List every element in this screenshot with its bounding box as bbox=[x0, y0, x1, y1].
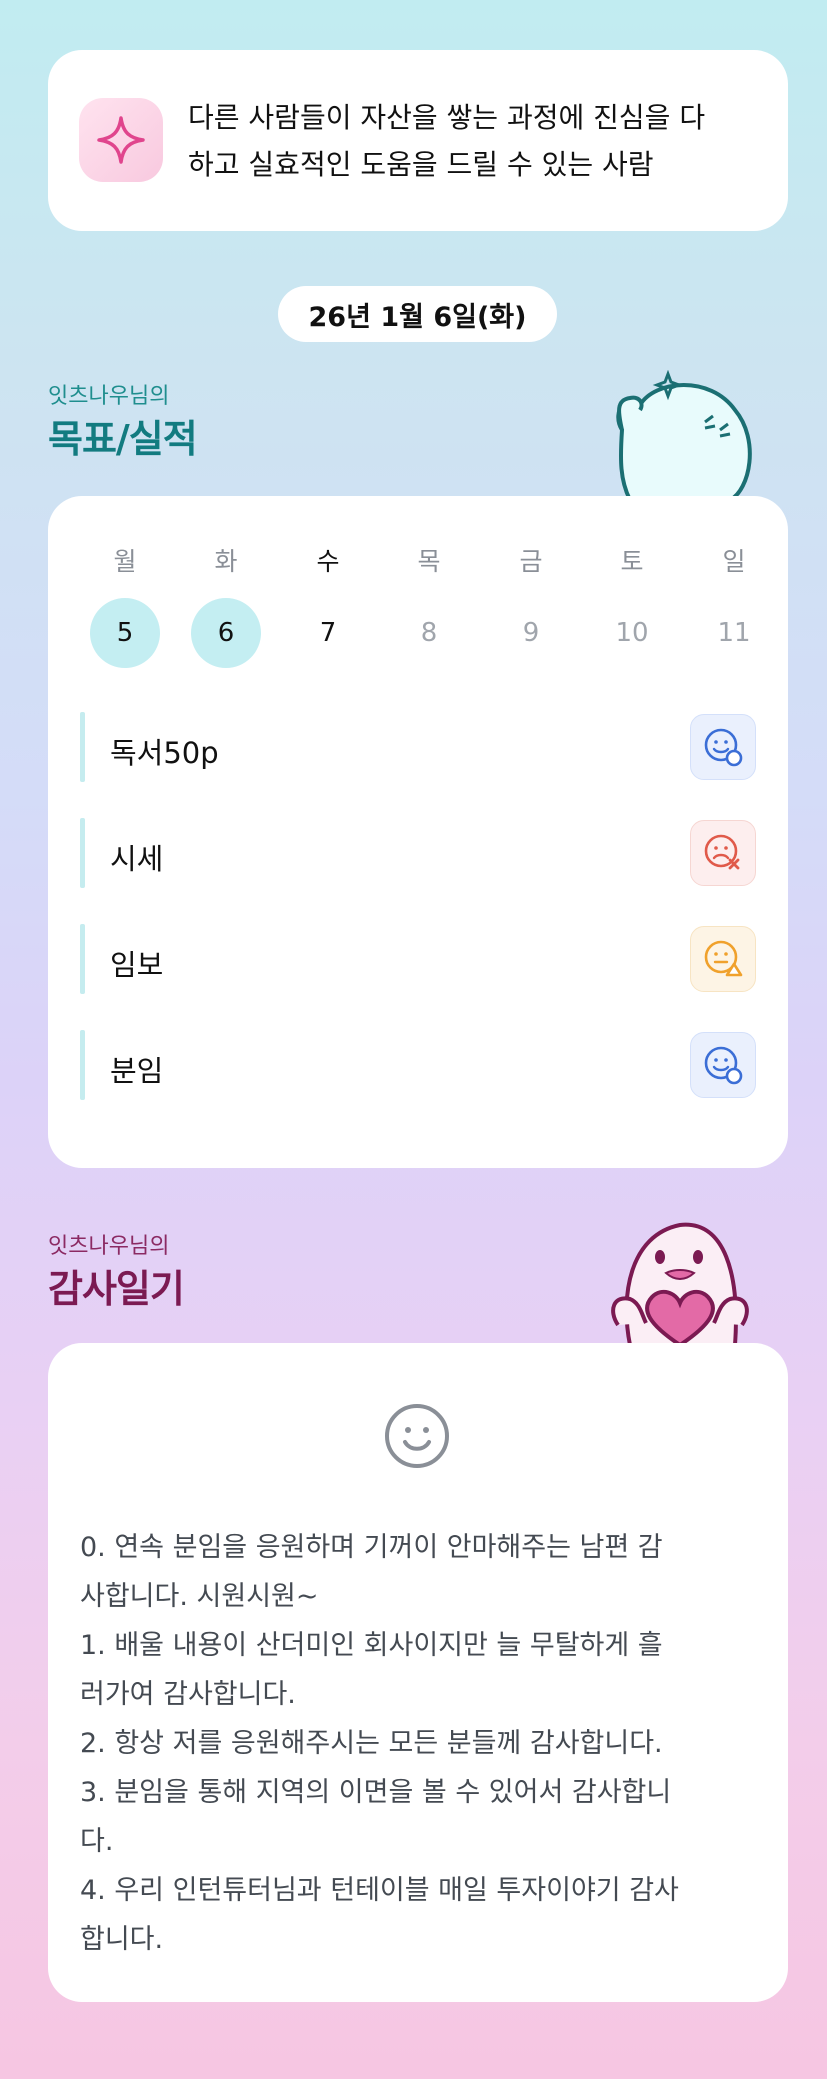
thanks-line: 0. 연속 분임을 응원하며 기꺼이 안마해주는 남편 감 bbox=[80, 1532, 663, 1563]
day-8[interactable]: 8 bbox=[394, 598, 464, 668]
weekday-label: 수 bbox=[316, 547, 340, 576]
thanks-entry-text: 0. 연속 분임을 응원하며 기꺼이 안마해주는 남편 감 사합니다. 시원시원… bbox=[80, 1523, 770, 1964]
motto-card: 다른 사람들이 자산을 쌓는 과정에 진심을 다 하고 실효적인 도움을 드릴 … bbox=[48, 50, 788, 231]
motto-line: 하고 실효적인 도움을 드릴 수 있는 사람 bbox=[188, 148, 654, 181]
thanks-line: 다. bbox=[80, 1826, 114, 1857]
character-illustration bbox=[616, 370, 752, 500]
thanks-line: 2. 항상 저를 응원해주시는 모든 분들께 감사합니다. bbox=[80, 1728, 663, 1759]
sparkle-icon bbox=[79, 98, 163, 182]
weekday-label: 월 bbox=[113, 547, 137, 576]
task-label: 시세 bbox=[110, 842, 164, 876]
character-heart-illustration bbox=[611, 1222, 749, 1345]
smile-check-icon[interactable] bbox=[690, 714, 756, 780]
task-bar bbox=[80, 818, 85, 888]
task-item[interactable]: 분임 bbox=[80, 1030, 756, 1100]
thanks-line: 러가여 감사합니다. bbox=[80, 1679, 296, 1710]
task-bar bbox=[80, 924, 85, 994]
thanks-owner-label: 잇츠나우님의 bbox=[48, 1234, 170, 1259]
weekday-label: 일 bbox=[722, 547, 746, 576]
task-item[interactable]: 시세 bbox=[80, 818, 756, 888]
smile-check-icon[interactable] bbox=[690, 1032, 756, 1098]
smile-icon bbox=[385, 1404, 449, 1468]
goals-section-title: 목표/실적 bbox=[48, 417, 198, 461]
meh-warning-icon[interactable] bbox=[690, 926, 756, 992]
thanks-line: 3. 분임을 통해 지역의 이면을 볼 수 있어서 감사합니 bbox=[80, 1777, 672, 1808]
thanks-section-title: 감사일기 bbox=[48, 1267, 185, 1311]
thanks-line: 4. 우리 인턴튜터님과 턴테이블 매일 투자이야기 감사 bbox=[80, 1875, 679, 1906]
task-label: 독서50p bbox=[110, 736, 219, 770]
thanks-line: 사합니다. 시원시원~ bbox=[80, 1581, 319, 1612]
task-label: 분임 bbox=[110, 1054, 164, 1088]
weekday-label: 화 bbox=[214, 547, 238, 576]
day-5[interactable]: 5 bbox=[90, 598, 160, 668]
thanks-line: 1. 배울 내용이 산더미인 회사이지만 늘 무탈하게 흘 bbox=[80, 1630, 663, 1661]
day-7[interactable]: 7 bbox=[293, 598, 363, 668]
day-10[interactable]: 10 bbox=[597, 598, 667, 668]
day-11[interactable]: 11 bbox=[699, 598, 769, 668]
motto-text: 다른 사람들이 자산을 쌓는 과정에 진심을 다 하고 실효적인 도움을 드릴 … bbox=[188, 94, 768, 188]
date-selector[interactable]: 26년 1월 6일(화) bbox=[278, 286, 557, 342]
weekday-label: 목 bbox=[417, 547, 441, 576]
goals-owner-label: 잇츠나우님의 bbox=[48, 384, 170, 409]
thanks-line: 합니다. bbox=[80, 1924, 164, 1955]
task-bar bbox=[80, 1030, 85, 1100]
weekday-label: 토 bbox=[620, 547, 644, 576]
thanks-card: 0. 연속 분임을 응원하며 기꺼이 안마해주는 남편 감 사합니다. 시원시원… bbox=[48, 1343, 788, 2002]
day-6[interactable]: 6 bbox=[191, 598, 261, 668]
motto-line: 다른 사람들이 자산을 쌓는 과정에 진심을 다 bbox=[188, 101, 706, 134]
task-label: 임보 bbox=[110, 948, 164, 982]
task-item[interactable]: 독서50p bbox=[80, 712, 756, 782]
goals-card: 월 화 수 목 금 토 일 5 6 7 8 9 10 11 독서50p 시세 임… bbox=[48, 496, 788, 1168]
frown-x-icon[interactable] bbox=[690, 820, 756, 886]
day-9[interactable]: 9 bbox=[496, 598, 566, 668]
task-item[interactable]: 임보 bbox=[80, 924, 756, 994]
weekday-label: 금 bbox=[519, 547, 543, 576]
task-bar bbox=[80, 712, 85, 782]
